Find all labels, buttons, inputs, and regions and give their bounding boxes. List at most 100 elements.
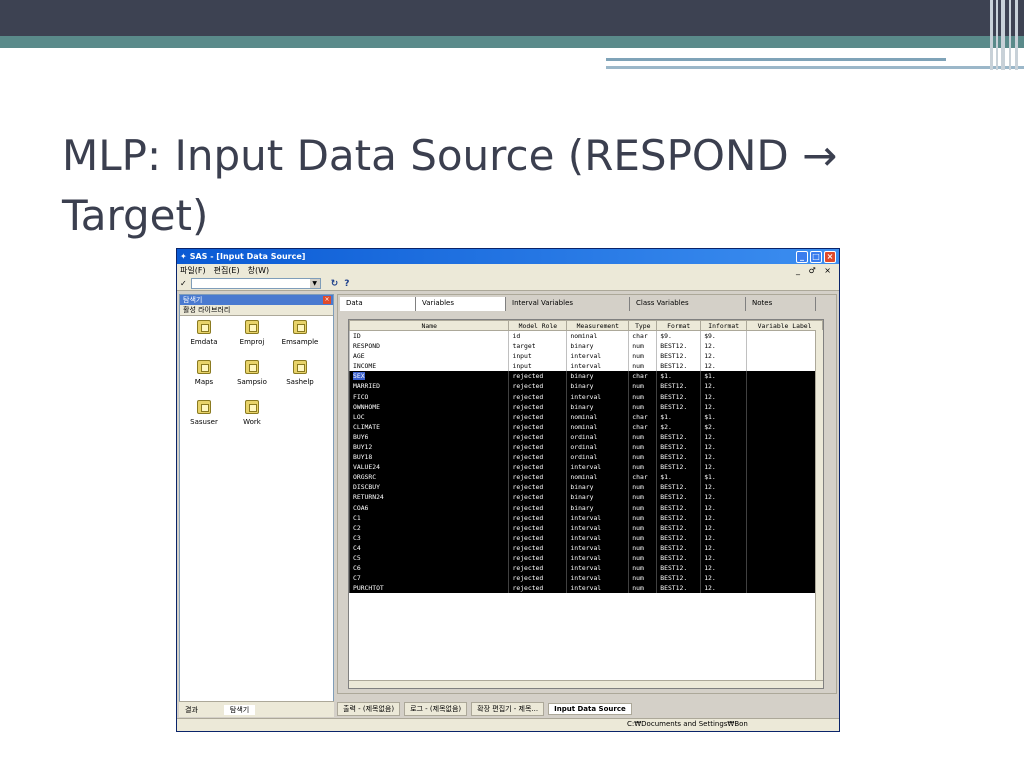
table-cell[interactable] [746, 552, 823, 564]
column-header[interactable]: Informat [700, 320, 748, 331]
table-cell[interactable]: $9. [700, 330, 747, 341]
table-cell[interactable] [746, 441, 823, 453]
column-header[interactable]: Format [656, 320, 702, 331]
table-cell[interactable]: C4 [349, 542, 509, 553]
table-cell[interactable]: BEST12. [656, 431, 701, 442]
table-cell[interactable]: binary [566, 401, 629, 412]
table-cell[interactable]: binary [566, 492, 629, 503]
table-cell[interactable] [746, 341, 823, 352]
table-cell[interactable]: input [508, 351, 567, 362]
table-cell[interactable]: rejected [508, 583, 567, 594]
table-cell[interactable]: ordinal [566, 441, 629, 453]
table-cell[interactable]: rejected [508, 522, 567, 533]
table-cell[interactable]: MARRIED [349, 381, 509, 392]
table-cell[interactable]: BEST12. [656, 452, 701, 463]
table-cell[interactable] [746, 452, 823, 463]
table-cell[interactable] [746, 330, 823, 341]
table-cell[interactable] [746, 381, 823, 392]
table-cell[interactable]: rejected [508, 502, 567, 513]
table-cell[interactable]: num [628, 381, 657, 392]
column-header[interactable]: Type [628, 320, 658, 331]
table-cell[interactable]: interval [566, 563, 629, 574]
table-cell[interactable]: target [508, 341, 567, 352]
table-cell[interactable]: num [628, 492, 657, 503]
maximize-icon[interactable]: □ [810, 250, 822, 263]
table-cell[interactable]: interval [566, 552, 629, 564]
table-cell[interactable]: interval [566, 512, 629, 523]
window-titlebar[interactable]: ✦ SAS - [Input Data Source] _ □ × [177, 249, 839, 264]
library-item[interactable]: Sasuser [182, 400, 226, 426]
tab-data[interactable]: Data [340, 297, 416, 311]
table-cell[interactable]: BEST12. [656, 583, 701, 594]
table-cell[interactable]: $1. [700, 411, 747, 422]
table-cell[interactable]: C5 [349, 552, 509, 564]
table-cell[interactable]: CLIMATE [349, 421, 509, 432]
column-header[interactable]: Name [349, 320, 510, 331]
table-row[interactable]: C7 rejected interval num BEST12. 12. [349, 573, 823, 584]
table-cell[interactable] [746, 573, 823, 584]
table-cell[interactable]: 12. [700, 341, 747, 352]
table-row[interactable]: ORGSRC rejected nominal char $1. $1. [349, 472, 823, 483]
vertical-scrollbar[interactable] [815, 330, 823, 688]
table-row[interactable]: C6 rejected interval num BEST12. 12. [349, 563, 823, 574]
command-input[interactable]: ▼ [190, 278, 321, 289]
table-row[interactable]: RESPOND target binary num BEST12. 12. [349, 341, 823, 352]
table-row[interactable]: COA6 rejected binary num BEST12. 12. [349, 502, 823, 513]
tab-notes[interactable]: Notes [746, 297, 816, 311]
table-cell[interactable]: BEST12. [656, 542, 701, 553]
library-item[interactable]: Emproj [230, 320, 274, 346]
table-cell[interactable]: rejected [508, 462, 567, 473]
table-cell[interactable]: $1. [656, 472, 701, 483]
table-cell[interactable]: interval [566, 583, 629, 594]
table-cell[interactable]: VALUE24 [349, 462, 509, 473]
table-cell[interactable]: BEST12. [656, 391, 701, 402]
column-header[interactable]: Measurement [566, 320, 630, 331]
table-cell[interactable]: char [628, 411, 657, 422]
table-cell[interactable] [746, 371, 823, 382]
table-cell[interactable]: rejected [508, 563, 567, 574]
table-cell[interactable] [746, 472, 823, 483]
table-cell[interactable]: id [508, 330, 567, 341]
task-editor[interactable]: 확장 편집기 - 제목... [471, 702, 545, 716]
check-icon[interactable]: ✓ [180, 279, 187, 288]
table-cell[interactable]: 12. [700, 361, 747, 372]
table-cell[interactable]: num [628, 552, 657, 564]
library-item[interactable]: Emsample [278, 320, 322, 346]
table-cell[interactable]: 12. [700, 583, 747, 594]
table-cell[interactable]: RESPOND [349, 341, 509, 352]
task-log[interactable]: 로그 - (제목없음) [404, 702, 468, 716]
table-cell[interactable]: BUY6 [349, 431, 509, 442]
table-cell[interactable]: BEST12. [656, 482, 701, 493]
help-icon[interactable]: ? [344, 279, 349, 289]
table-cell[interactable]: num [628, 441, 657, 453]
table-row[interactable]: BUY12 rejected ordinal num BEST12. 12. [349, 441, 823, 453]
table-cell[interactable]: rejected [508, 421, 567, 432]
table-cell[interactable]: num [628, 391, 657, 402]
table-cell[interactable]: interval [566, 532, 629, 543]
table-cell[interactable]: C7 [349, 573, 509, 584]
refresh-icon[interactable]: ↻ [331, 279, 339, 289]
table-cell[interactable]: rejected [508, 532, 567, 543]
table-cell[interactable]: num [628, 512, 657, 523]
table-cell[interactable] [746, 431, 823, 442]
table-row[interactable]: OWNHOME rejected binary num BEST12. 12. [349, 401, 823, 412]
table-cell[interactable]: char [628, 421, 657, 432]
table-cell[interactable]: C2 [349, 522, 509, 533]
table-cell[interactable]: $2. [656, 421, 701, 432]
table-cell[interactable]: 12. [700, 441, 747, 453]
table-cell[interactable]: C6 [349, 563, 509, 574]
library-item[interactable]: Sashelp [278, 360, 322, 386]
table-cell[interactable]: FICO [349, 391, 509, 402]
table-cell[interactable]: nominal [566, 421, 629, 432]
table-cell[interactable]: interval [566, 522, 629, 533]
column-header[interactable]: Variable Label [746, 320, 823, 331]
table-cell[interactable] [746, 492, 823, 503]
table-cell[interactable]: binary [566, 341, 629, 352]
library-item[interactable]: Maps [182, 360, 226, 386]
table-row[interactable]: BUY6 rejected ordinal num BEST12. 12. [349, 431, 823, 442]
table-cell[interactable]: $2. [700, 421, 747, 432]
table-cell[interactable]: 12. [700, 462, 747, 473]
table-cell[interactable] [746, 522, 823, 533]
table-cell[interactable]: BEST12. [656, 532, 701, 543]
horizontal-scrollbar[interactable] [349, 680, 823, 688]
